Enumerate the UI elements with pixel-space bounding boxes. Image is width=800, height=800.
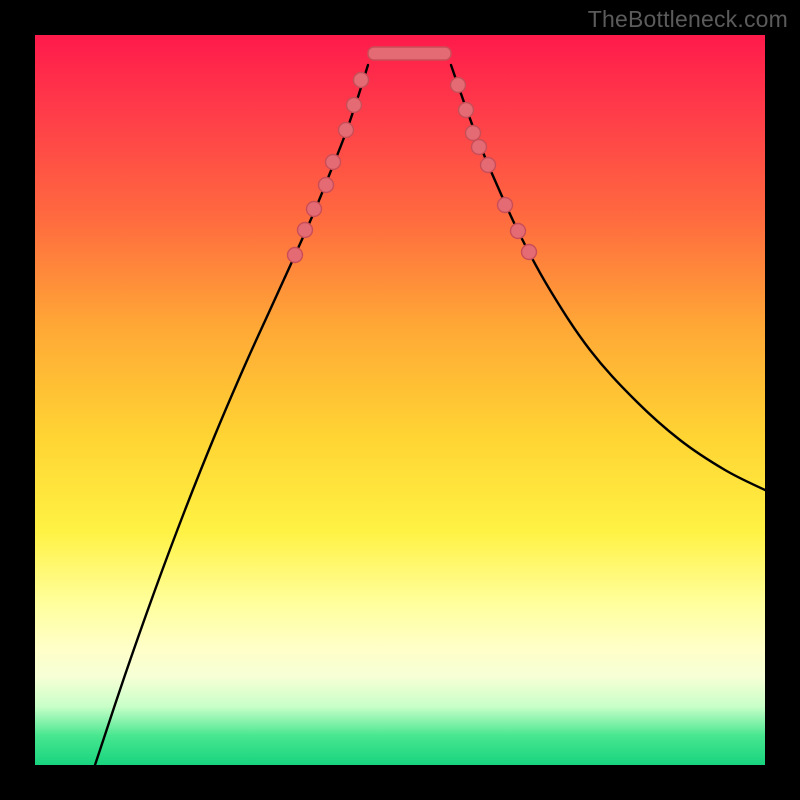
- marker-dot: [451, 78, 466, 93]
- marker-dot: [354, 73, 369, 88]
- marker-dot: [298, 223, 313, 238]
- marker-dot: [522, 245, 537, 260]
- curve-left: [95, 65, 368, 765]
- marker-dot: [326, 155, 341, 170]
- marker-dot: [339, 123, 354, 138]
- markers-right: [451, 78, 537, 260]
- plot-area: [35, 35, 765, 765]
- curve-layer: [35, 35, 765, 765]
- attribution-label: TheBottleneck.com: [588, 6, 788, 33]
- marker-dot: [466, 126, 481, 141]
- marker-dot: [459, 103, 474, 118]
- marker-dot: [481, 158, 496, 173]
- marker-dot: [511, 224, 526, 239]
- curve-right: [451, 65, 765, 490]
- marker-dot: [472, 140, 487, 155]
- marker-dot: [307, 202, 322, 217]
- valley-bar: [368, 47, 451, 60]
- marker-dot: [288, 248, 303, 263]
- marker-dot: [319, 178, 334, 193]
- marker-dot: [347, 98, 362, 113]
- markers-left: [288, 73, 369, 263]
- marker-dot: [498, 198, 513, 213]
- chart-frame: TheBottleneck.com: [0, 0, 800, 800]
